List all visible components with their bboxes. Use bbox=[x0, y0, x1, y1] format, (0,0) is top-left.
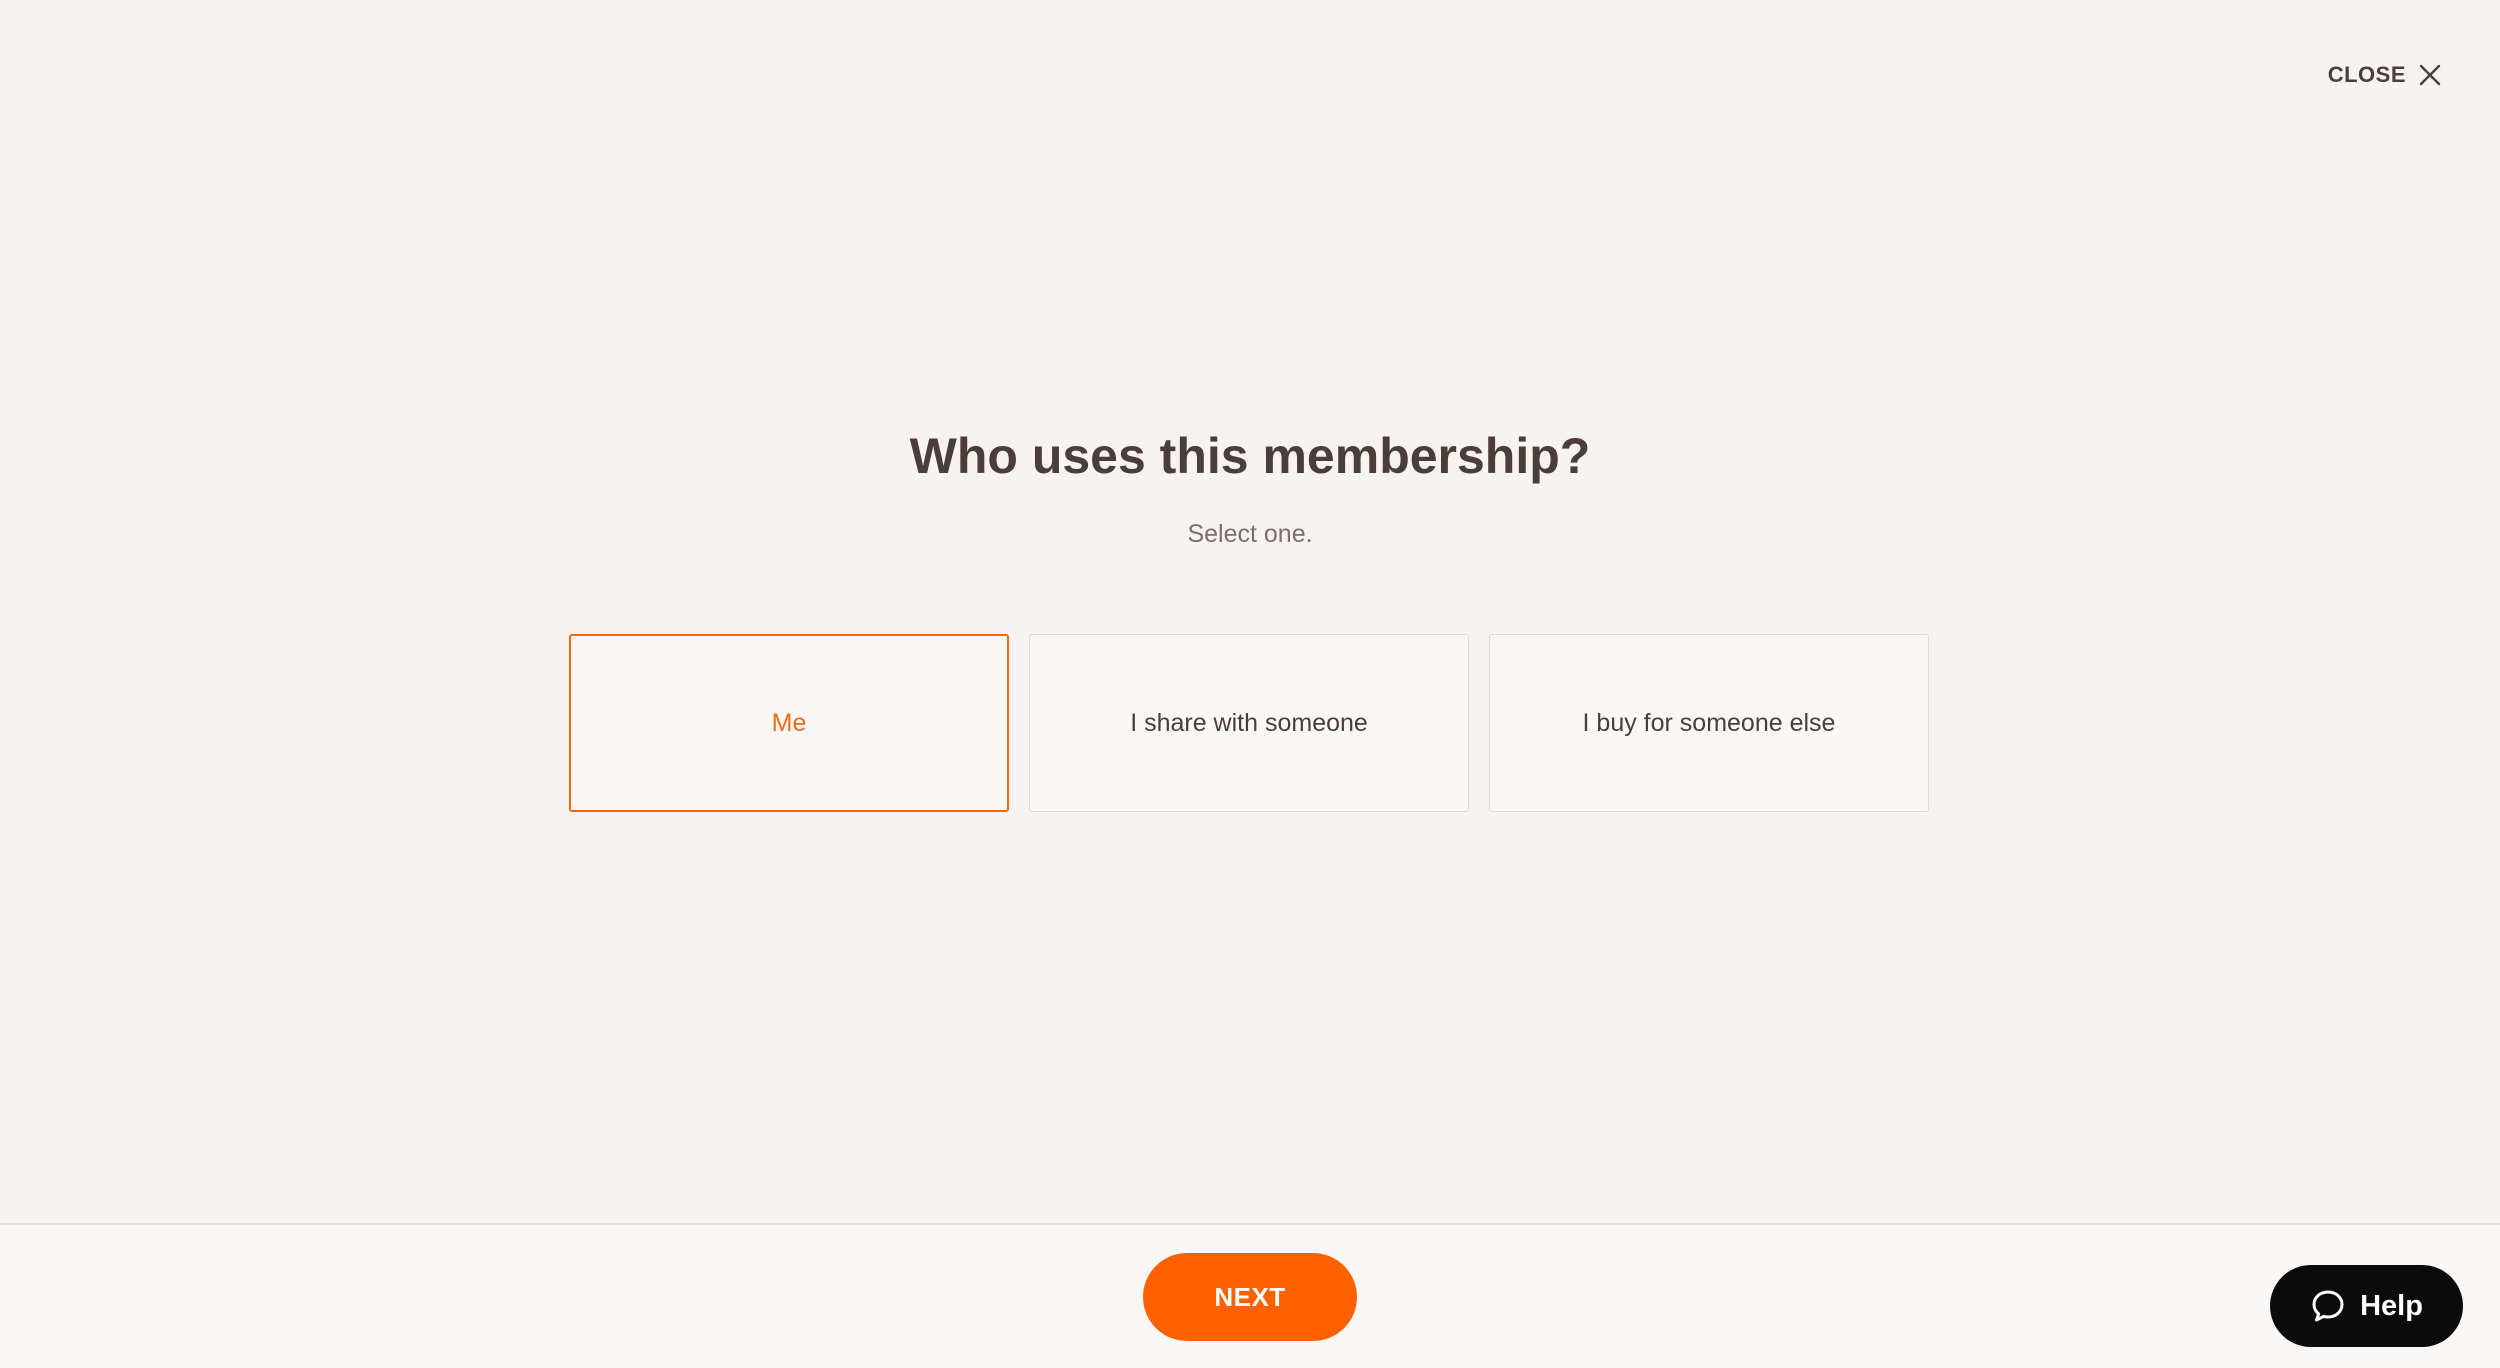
option-buy-for-someone-else[interactable]: I buy for someone else bbox=[1489, 634, 1929, 812]
membership-modal: CLOSE Who uses this membership? Select o… bbox=[0, 0, 2500, 1368]
close-label: CLOSE bbox=[2327, 62, 2406, 87]
chat-bubble-icon bbox=[2312, 1290, 2344, 1322]
close-icon bbox=[2419, 64, 2441, 86]
question-subtitle: Select one. bbox=[1187, 520, 1313, 548]
question-title: Who uses this membership? bbox=[909, 428, 1591, 484]
next-button[interactable]: NEXT bbox=[1143, 1253, 1357, 1341]
footer-bar: NEXT Help bbox=[0, 1223, 2500, 1368]
close-button[interactable]: CLOSE bbox=[2328, 62, 2442, 88]
help-button[interactable]: Help bbox=[2270, 1265, 2463, 1347]
help-label: Help bbox=[2360, 1289, 2423, 1322]
question-block: Who uses this membership? Select one. bbox=[0, 420, 2500, 549]
option-share-with-someone[interactable]: I share with someone bbox=[1029, 634, 1469, 812]
option-me[interactable]: Me bbox=[569, 634, 1009, 812]
option-list: Me I share with someone I buy for someon… bbox=[569, 634, 1929, 812]
